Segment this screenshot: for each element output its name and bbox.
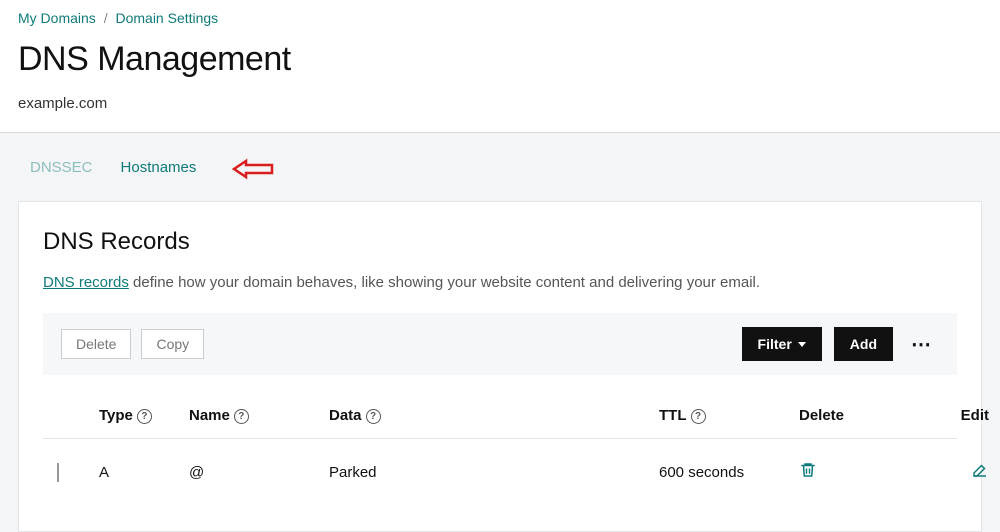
col-data: Data? xyxy=(329,407,659,424)
col-delete: Delete xyxy=(799,407,899,424)
cell-name: @ xyxy=(189,464,329,481)
row-checkbox[interactable] xyxy=(57,463,59,482)
breadcrumb-my-domains[interactable]: My Domains xyxy=(18,10,96,26)
help-icon[interactable]: ? xyxy=(137,409,152,424)
row-delete-button[interactable] xyxy=(799,461,899,483)
card-title: DNS Records xyxy=(43,228,957,256)
tab-hostnames[interactable]: Hostnames xyxy=(121,159,197,176)
cell-data: Parked xyxy=(329,464,659,481)
records-toolbar: Delete Copy Filter Add ⋯ xyxy=(43,313,957,375)
card-description: DNS records define how your domain behav… xyxy=(43,274,957,291)
help-icon[interactable]: ? xyxy=(366,409,381,424)
tab-dnssec[interactable]: DNSSEC xyxy=(30,159,93,176)
dns-records-card: DNS Records DNS records define how your … xyxy=(18,201,982,532)
page-title: DNS Management xyxy=(18,40,982,79)
delete-button[interactable]: Delete xyxy=(61,329,131,359)
chevron-down-icon xyxy=(798,342,806,347)
card-description-text: define how your domain behaves, like sho… xyxy=(129,274,760,291)
dns-records-link[interactable]: DNS records xyxy=(43,274,129,291)
col-name: Name? xyxy=(189,407,329,424)
tabs: DNSSEC Hostnames xyxy=(18,157,982,201)
row-edit-button[interactable] xyxy=(899,461,989,483)
copy-button[interactable]: Copy xyxy=(141,329,204,359)
breadcrumb-separator: / xyxy=(104,10,108,26)
table-row: A @ Parked 600 seconds xyxy=(43,439,957,505)
col-ttl: TTL? xyxy=(659,407,799,424)
col-type: Type? xyxy=(99,407,189,424)
help-icon[interactable]: ? xyxy=(691,409,706,424)
cell-type: A xyxy=(99,464,189,481)
add-button[interactable]: Add xyxy=(834,327,893,361)
annotation-arrow-icon xyxy=(232,157,266,177)
col-edit: Edit xyxy=(899,407,989,424)
more-menu-icon[interactable]: ⋯ xyxy=(905,332,939,357)
cell-ttl: 600 seconds xyxy=(659,464,799,481)
filter-label: Filter xyxy=(758,336,792,352)
filter-button[interactable]: Filter xyxy=(742,327,822,361)
breadcrumb-domain-settings[interactable]: Domain Settings xyxy=(115,10,218,26)
help-icon[interactable]: ? xyxy=(234,409,249,424)
breadcrumb: My Domains / Domain Settings xyxy=(18,10,982,26)
domain-name: example.com xyxy=(18,95,982,112)
table-header: Type? Name? Data? TTL? Delete Edit xyxy=(43,393,957,439)
